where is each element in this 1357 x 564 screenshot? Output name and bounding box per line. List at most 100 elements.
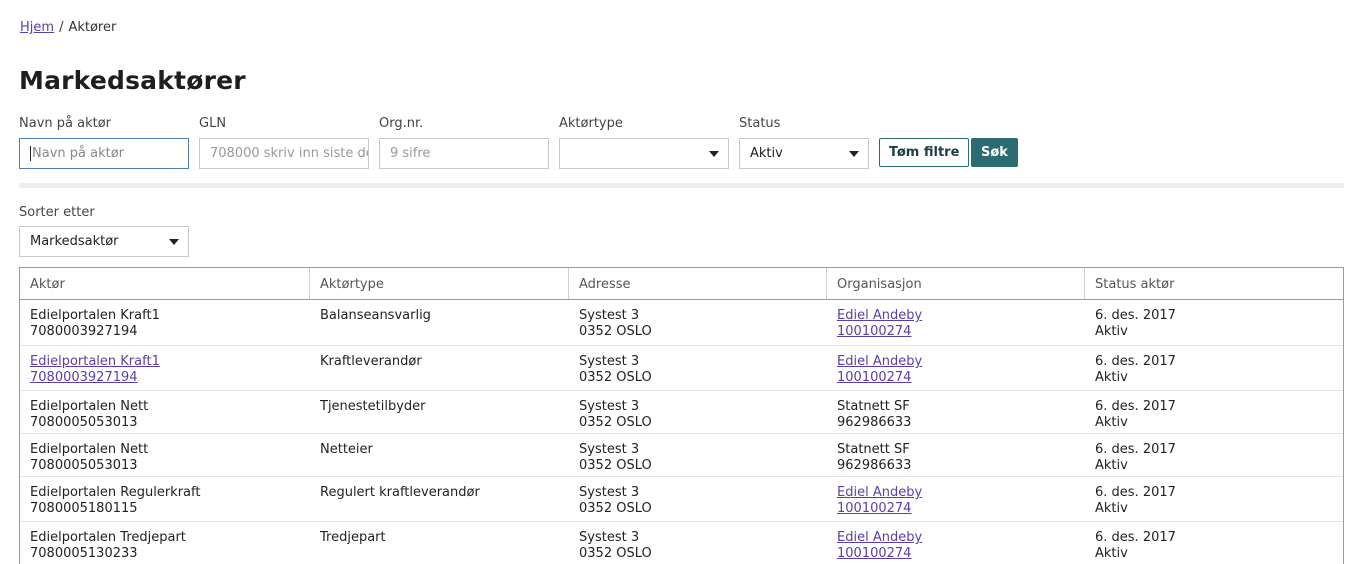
orgnr-input[interactable]: 9 sifre: [379, 138, 549, 169]
actortype-text: Tjenestetilbyder: [320, 399, 426, 414]
status-text: Aktiv: [1095, 458, 1128, 473]
table-header: Aktør Aktørtype Adresse Organisasjon Sta…: [20, 268, 1343, 300]
actortype-filter-label: Aktørtype: [559, 116, 623, 131]
table-row: Edielportalen Regulerkraft 7080005180115 R…: [20, 477, 1343, 522]
address-line-1: Systest 3: [579, 485, 640, 500]
actortype-text: Tredjepart: [320, 530, 386, 545]
column-header-actortype[interactable]: Aktørtype: [310, 268, 569, 299]
status-filter-label: Status: [739, 116, 781, 131]
sort-control: Sorter etter Markedsaktør: [19, 205, 189, 257]
actortype-filter: Aktørtype: [559, 116, 729, 169]
actor-cell: Edielportalen Regulerkraft 7080005180115: [20, 477, 310, 521]
address-line-1: Systest 3: [579, 308, 640, 323]
breadcrumb-home-link[interactable]: Hjem: [20, 20, 54, 35]
status-cell: 6. des. 2017 Aktiv: [1085, 434, 1343, 476]
actors-table: Aktør Aktørtype Adresse Organisasjon Sta…: [19, 267, 1344, 564]
table-row: Edielportalen Kraft1 7080003927194 Balanse…: [20, 300, 1343, 346]
address-line-2: 0352 OSLO: [579, 324, 652, 339]
organization-cell: Statnett SF 962986633: [827, 391, 1085, 433]
actor-gln: 7080003927194: [30, 324, 138, 339]
organization-name[interactable]: Ediel Andeby: [837, 354, 1075, 370]
search-button[interactable]: Søk: [971, 138, 1018, 167]
organization-number: 962986633: [837, 415, 912, 430]
actortype-text: Balanseansvarlig: [320, 308, 431, 323]
organization-name: Statnett SF: [837, 442, 910, 457]
address-line-2: 0352 OSLO: [579, 415, 652, 430]
actor-gln: 7080005053013: [30, 415, 138, 430]
status-text: Aktiv: [1095, 370, 1128, 385]
actortype-cell: Tredjepart: [310, 522, 569, 564]
status-date: 6. des. 2017: [1095, 442, 1176, 457]
breadcrumb-current: Aktører: [68, 20, 117, 35]
address-line-2: 0352 OSLO: [579, 546, 652, 561]
chevron-down-icon: [169, 239, 179, 245]
actor-name: Edielportalen Kraft1: [30, 308, 160, 323]
column-header-status[interactable]: Status aktør: [1085, 268, 1343, 299]
clear-filters-button[interactable]: Tøm filtre: [879, 138, 970, 167]
table-row: Edielportalen Kraft1 7080003927194 Kraftle…: [20, 346, 1343, 391]
actor-gln: 7080005130233: [30, 546, 138, 561]
organization-number[interactable]: 100100274: [837, 501, 1075, 517]
actortype-cell: Balanseansvarlig: [310, 300, 569, 345]
table-row: Edielportalen Tredjepart 7080005130233 Tre…: [20, 522, 1343, 564]
address-line-2: 0352 OSLO: [579, 458, 652, 473]
status-date: 6. des. 2017: [1095, 354, 1176, 369]
actortype-cell: Kraftleverandør: [310, 346, 569, 390]
organization-name[interactable]: Ediel Andeby: [837, 308, 1075, 324]
status-cell: 6. des. 2017 Aktiv: [1085, 346, 1343, 390]
organization-number: 962986633: [837, 458, 912, 473]
actor-gln: 7080005180115: [30, 501, 138, 516]
status-text: Aktiv: [1095, 415, 1128, 430]
sort-label: Sorter etter: [19, 205, 95, 220]
actor-gln[interactable]: 7080003927194: [30, 370, 300, 386]
page-title: Markedsaktører: [19, 66, 246, 95]
name-input[interactable]: Navn på aktør: [19, 138, 189, 169]
actor-name[interactable]: Edielportalen Kraft1: [30, 354, 300, 370]
gln-input[interactable]: 708000 skriv inn siste de: [199, 138, 369, 169]
actor-name: Edielportalen Nett: [30, 442, 149, 457]
actor-name: Edielportalen Nett: [30, 399, 149, 414]
status-filter: Status Aktiv: [739, 116, 869, 169]
address-cell: Systest 3 0352 OSLO: [569, 434, 827, 476]
divider: [19, 183, 1344, 188]
address-line-1: Systest 3: [579, 530, 640, 545]
actor-name: Edielportalen Tredjepart: [30, 530, 186, 545]
address-line-1: Systest 3: [579, 399, 640, 414]
actor-cell: Edielportalen Nett 7080005053013: [20, 391, 310, 433]
organization-number[interactable]: 100100274: [837, 324, 1075, 340]
organization-name[interactable]: Ediel Andeby: [837, 530, 1075, 546]
orgnr-filter-label: Org.nr.: [379, 116, 424, 131]
status-date: 6. des. 2017: [1095, 530, 1176, 545]
organization-cell: Ediel Andeby 100100274: [827, 522, 1085, 564]
column-header-organization[interactable]: Organisasjon: [827, 268, 1085, 299]
status-cell: 6. des. 2017 Aktiv: [1085, 300, 1343, 345]
status-select-value: Aktiv: [750, 146, 783, 161]
status-cell: 6. des. 2017 Aktiv: [1085, 477, 1343, 521]
status-date: 6. des. 2017: [1095, 485, 1176, 500]
actor-cell: Edielportalen Nett 7080005053013: [20, 434, 310, 476]
actortype-select[interactable]: [559, 138, 729, 169]
organization-cell: Ediel Andeby 100100274: [827, 477, 1085, 521]
status-select[interactable]: Aktiv: [739, 138, 869, 169]
table-row: Edielportalen Nett 7080005053013 Netteier S…: [20, 434, 1343, 477]
sort-select[interactable]: Markedsaktør: [19, 226, 189, 257]
organization-name[interactable]: Ediel Andeby: [837, 485, 1075, 501]
gln-filter: GLN 708000 skriv inn siste de: [199, 116, 369, 169]
organization-number[interactable]: 100100274: [837, 370, 1075, 386]
column-header-address[interactable]: Adresse: [569, 268, 827, 299]
organization-cell: Statnett SF 962986633: [827, 434, 1085, 476]
actor-cell: Edielportalen Tredjepart 7080005130233: [20, 522, 310, 564]
address-line-1: Systest 3: [579, 442, 640, 457]
address-cell: Systest 3 0352 OSLO: [569, 346, 827, 390]
actor-cell: Edielportalen Kraft1 7080003927194: [20, 346, 310, 390]
organization-number[interactable]: 100100274: [837, 546, 1075, 562]
orgnr-filter: Org.nr. 9 sifre: [379, 116, 549, 169]
address-line-1: Systest 3: [579, 354, 640, 369]
gln-filter-label: GLN: [199, 116, 227, 131]
filter-bar: Navn på aktør Navn på aktør GLN 708000 s…: [19, 116, 1029, 170]
chevron-down-icon: [849, 151, 859, 157]
status-text: Aktiv: [1095, 324, 1128, 339]
column-header-actor[interactable]: Aktør: [20, 268, 310, 299]
status-date: 6. des. 2017: [1095, 308, 1176, 323]
actor-cell: Edielportalen Kraft1 7080003927194: [20, 300, 310, 345]
